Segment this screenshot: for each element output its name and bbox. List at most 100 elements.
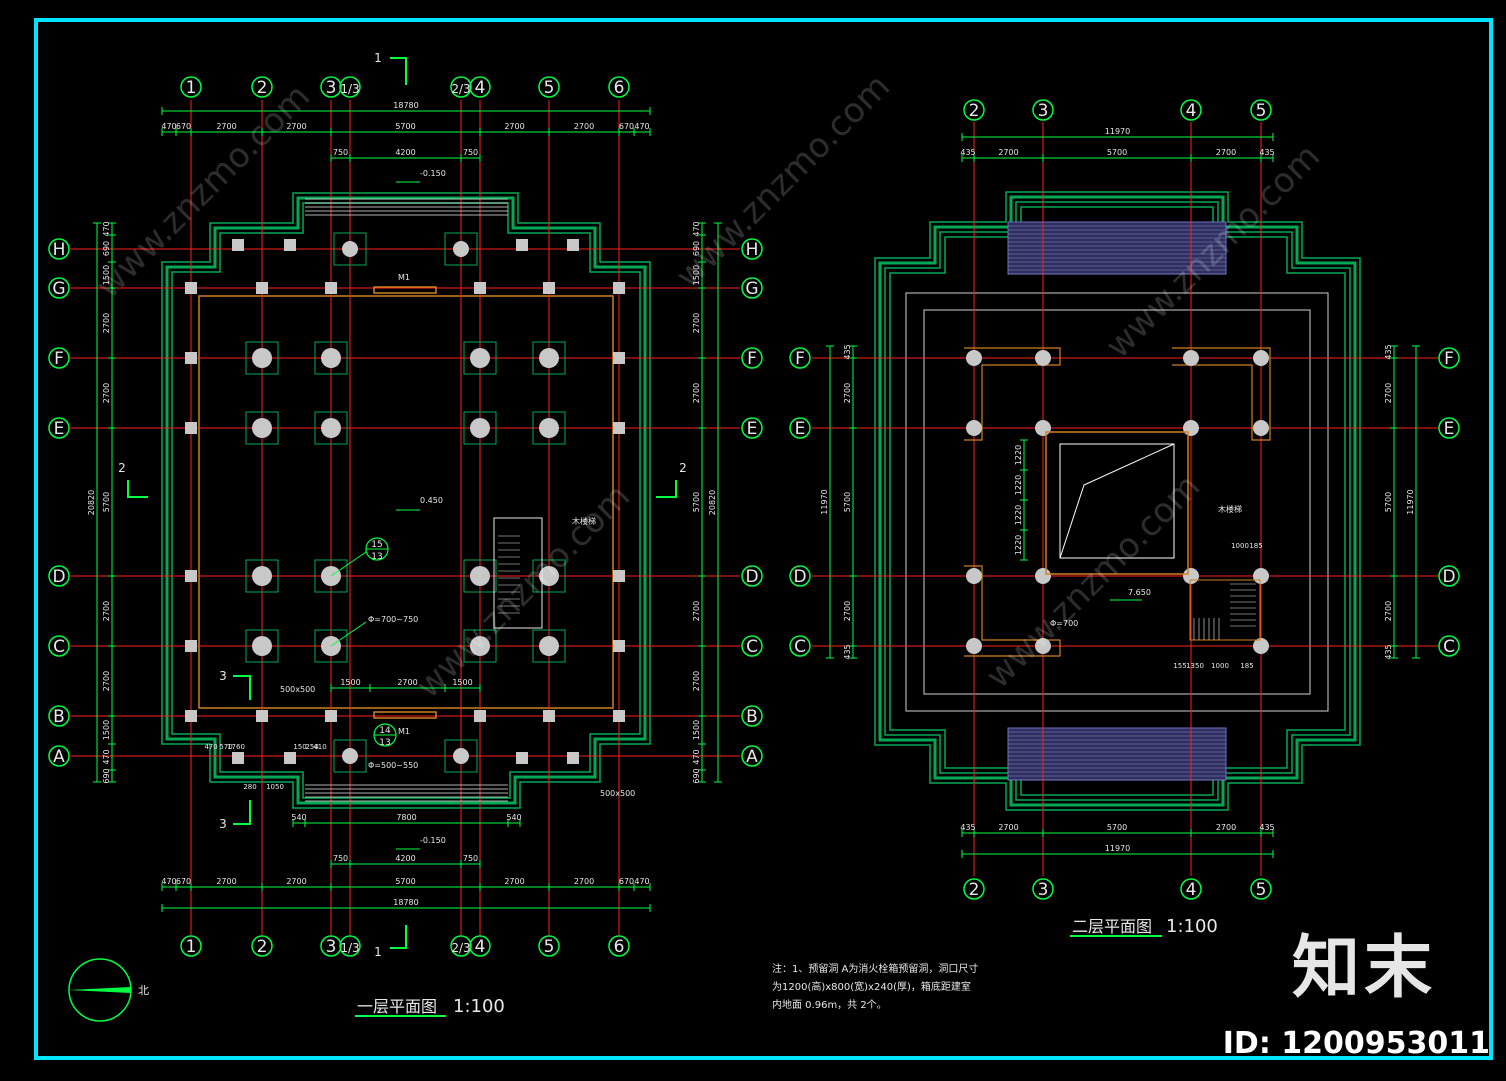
axis-right-3-label: E — [747, 419, 758, 439]
section-mark-1-top: 1 — [374, 51, 382, 65]
stair-dim-2: 1350 — [1186, 662, 1204, 670]
outer-wall-0 — [874, 191, 1361, 811]
dim-top-bays-label-1: 2700 — [998, 148, 1018, 157]
axis-left-4-label: D — [52, 567, 65, 587]
axis-top-1-label: 2 — [257, 78, 268, 98]
round-column-8 — [966, 568, 982, 584]
dim-inner-bottom-label-0: 1500 — [340, 678, 360, 687]
dim-top-bays-label-1: 670 — [176, 122, 191, 131]
dim-top-bays-label-7: 670 — [619, 122, 634, 131]
round-column-7 — [1253, 420, 1269, 436]
square-column-21 — [325, 710, 337, 722]
axis-bottom-3-label: 1/3 — [340, 941, 359, 955]
dim-left-label-4: 2700 — [102, 383, 111, 403]
dim-bottom-bays-label-5: 2700 — [504, 877, 524, 886]
axis-right-5-label: C — [746, 637, 758, 657]
section-mark-2-right: 2 — [679, 461, 687, 475]
axis-left-7-label: A — [53, 747, 65, 767]
dim-bottom-bays-label-1: 670 — [176, 877, 191, 886]
dim-bottom-total-label-0: 18780 — [393, 898, 418, 907]
round-column-0 — [966, 350, 982, 366]
square-column-0 — [232, 239, 244, 251]
dim-opening-label-2: 1220 — [1014, 505, 1023, 525]
dim-lower-7: 1050 — [266, 783, 284, 791]
square-column-20 — [256, 710, 268, 722]
dim-right-label-1: 2700 — [1384, 383, 1393, 403]
axis-bottom-2-label: 4 — [1186, 880, 1197, 900]
detail-15-bottom: 13 — [371, 552, 382, 562]
dim-left-label-3: 2700 — [102, 313, 111, 333]
axis-bottom-2-label: 3 — [326, 937, 337, 957]
level-mark: 7.650 — [1128, 588, 1151, 597]
dim-left-label-0: 470 — [102, 221, 111, 236]
stair-dim-3: 1000 — [1211, 662, 1229, 670]
square-column-11 — [613, 352, 625, 364]
round-column-15 — [539, 636, 559, 656]
dim-top-bays-label-3: 2700 — [1216, 148, 1236, 157]
section-mark-3-bottom-line — [233, 800, 251, 825]
dim-top-bays-label-5: 2700 — [504, 122, 524, 131]
square-column-14 — [185, 570, 197, 582]
second-floor-plan: 2 2 3 3 4 4 5 5 F F E E D D C C 435 2700 5700 2700 435 11970 4… — [789, 99, 1460, 900]
door-bottom — [373, 711, 437, 719]
dim-right-label-10: 690 — [692, 768, 701, 783]
section-mark-1-bottom: 1 — [374, 945, 382, 959]
axis-bottom-1-label: 3 — [1038, 880, 1049, 900]
dim-bottom-bays-label-0: 470 — [161, 877, 176, 886]
dim-right-label-0: 435 — [1384, 344, 1393, 359]
dim-bottom-entry-label-2: 750 — [463, 854, 478, 863]
dim-left-label-10: 690 — [102, 768, 111, 783]
dim-left-label-0: 435 — [843, 344, 852, 359]
first-floor-plan: 1122331/31/32/32/3445566H HG GF FE ED DC CB BA A… — [48, 51, 763, 959]
round-column-1 — [1035, 350, 1051, 366]
dim-bottom-bays-label-6: 2700 — [574, 877, 594, 886]
round-column-8 — [252, 566, 272, 586]
section-mark-2-right-line — [656, 480, 677, 498]
plan2-title: 二层平面图 — [1072, 917, 1152, 936]
dim-opening-label-0: 1220 — [1014, 445, 1023, 465]
dim-top-bays-label-0: 435 — [960, 148, 975, 157]
col-size-1: 500x500 — [280, 685, 315, 694]
axis-bottom-6-label: 5 — [544, 937, 555, 957]
round-column-3 — [1253, 350, 1269, 366]
axis-left-5-label: C — [53, 637, 65, 657]
axis-top-3-label: 1/3 — [340, 82, 359, 96]
outer-wall-1 — [878, 195, 1357, 807]
dim-left-label-4: 435 — [843, 644, 852, 659]
dim-top-total-label-0: 11970 — [1105, 127, 1130, 136]
square-column-4 — [256, 282, 268, 294]
dim-top-bays-label-6: 2700 — [574, 122, 594, 131]
dim-bottom-bays-label-0: 435 — [960, 823, 975, 832]
dim-left-label-8: 1500 — [102, 720, 111, 740]
cad-drawing: 1122331/31/32/32/3445566H HG GF FE ED DC CB BA A… — [34, 18, 1493, 1060]
dim-right-label-4: 2700 — [692, 383, 701, 403]
level-center: 0.450 — [420, 496, 443, 505]
square-column-3 — [567, 239, 579, 251]
dim-front-label-0: 540 — [291, 813, 306, 822]
entry-column-1 — [453, 241, 469, 257]
square-column-19 — [613, 710, 625, 722]
dim-opening-label-3: 1220 — [1014, 535, 1023, 555]
axis-left-3-label: E — [54, 419, 65, 439]
dim-left-label-5: 5700 — [102, 492, 111, 512]
axis-right-2-label: D — [1442, 567, 1455, 587]
round-column-12 — [966, 638, 982, 654]
note-line-3: 内地面 0.96m，共 2个。 — [772, 998, 887, 1011]
round-column-7 — [539, 418, 559, 438]
round-column-10 — [470, 566, 490, 586]
dim-top-total-label-0: 18780 — [393, 101, 418, 110]
dim-bottom-bays-label-7: 670 — [619, 877, 634, 886]
note-line-2: 为1200(高)x800(宽)x240(厚)，箱底距建室 — [772, 980, 971, 993]
section-mark-3-top: 3 — [219, 669, 227, 683]
axis-left-2-label: D — [793, 567, 806, 587]
dim-top-bays-label-2: 5700 — [1107, 148, 1127, 157]
dim-right-label-3: 2700 — [692, 313, 701, 333]
stair-note: 木楼梯 — [1218, 504, 1242, 514]
round-column-6 — [1183, 420, 1199, 436]
round-column-10 — [1183, 568, 1199, 584]
north-arrow: 北 — [68, 958, 149, 1022]
axis-right-0-label: F — [1444, 349, 1454, 369]
dim-right-label-6: 2700 — [692, 601, 701, 621]
square-column-9 — [613, 282, 625, 294]
axis-right-4-label: D — [745, 567, 758, 587]
